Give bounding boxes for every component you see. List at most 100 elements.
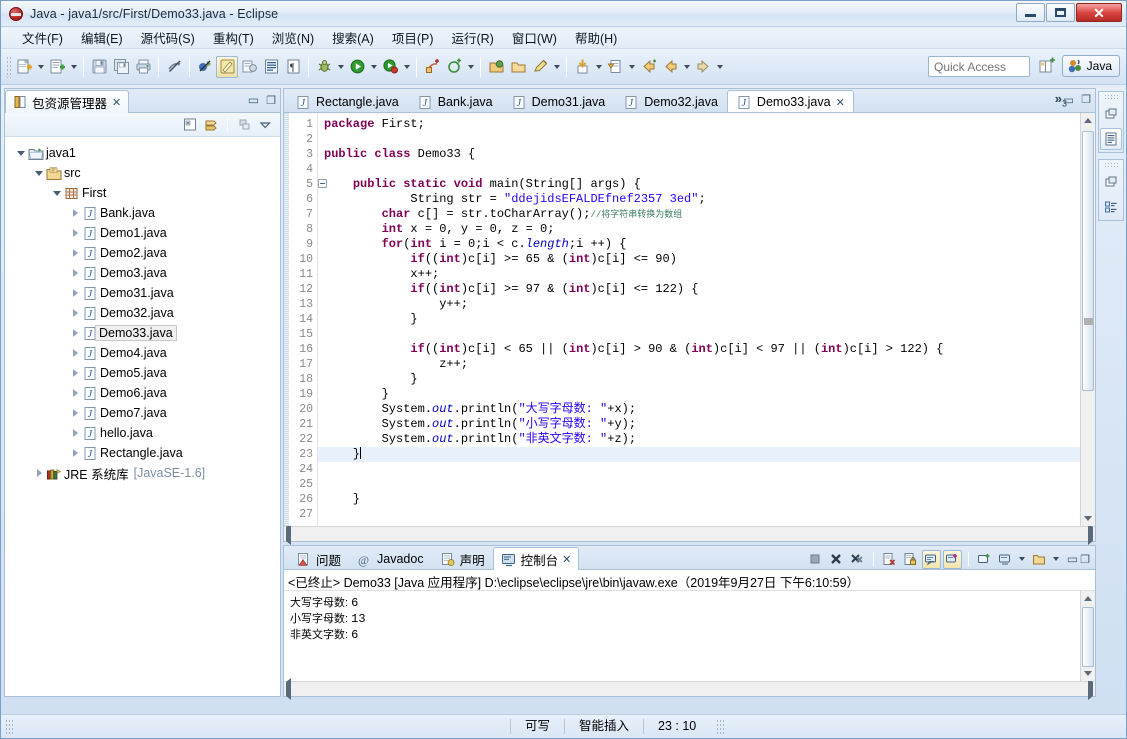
toggle-java-editor-icon[interactable]: [216, 55, 238, 78]
console-output[interactable]: 大写字母数: 6 小写字母数: 13 非英文字数: 6: [284, 591, 1080, 681]
menu-file[interactable]: 文件(F): [13, 26, 72, 49]
console-scroll-right-icon[interactable]: [1088, 682, 1093, 696]
console-tab-close-icon[interactable]: ✕: [562, 553, 571, 566]
minimize-button[interactable]: [1016, 3, 1045, 22]
collapse-arrow-icon[interactable]: [69, 443, 81, 463]
collapse-arrow-icon[interactable]: [69, 423, 81, 443]
editor-tab-close-icon[interactable]: ✕: [836, 96, 845, 109]
show-console-on-output-icon[interactable]: [921, 549, 941, 569]
open-console-icon[interactable]: [1030, 550, 1049, 569]
open-console-dropdown-icon[interactable]: [1051, 548, 1062, 570]
new-wizard-dropdown-icon[interactable]: [68, 56, 79, 78]
console-vertical-scrollbar[interactable]: [1080, 591, 1095, 681]
restore-icon-2[interactable]: [1100, 171, 1122, 193]
editor-maximize-icon[interactable]: ❐: [1081, 93, 1091, 107]
print-icon[interactable]: [132, 56, 154, 78]
toggle-pilcrow-icon[interactable]: ¶: [282, 56, 304, 78]
console-scroll-down-icon[interactable]: [1081, 666, 1095, 681]
last-edit-location-icon[interactable]: [571, 56, 593, 78]
open-element-icon[interactable]: [238, 56, 260, 78]
console-scroll-thumb[interactable]: [1082, 607, 1094, 667]
menu-run[interactable]: 运行(R): [442, 26, 502, 49]
console-tab-console[interactable]: 控制台 ✕: [492, 547, 580, 570]
editor-minimize-icon[interactable]: ▭: [1063, 93, 1074, 107]
restore-icon[interactable]: [1100, 103, 1122, 125]
back-dropdown-icon[interactable]: [681, 56, 692, 78]
package-explorer-maximize-icon[interactable]: ❐: [266, 94, 276, 107]
backward-history-icon[interactable]: [659, 56, 681, 78]
collapse-arrow-icon[interactable]: [69, 203, 81, 223]
console-maximize-icon[interactable]: ❐: [1080, 553, 1090, 566]
debug-dropdown-icon[interactable]: [335, 56, 346, 78]
console-display-dropdown-icon[interactable]: [1017, 548, 1028, 570]
toolbar-grip[interactable]: [6, 55, 12, 78]
scroll-up-icon[interactable]: [1081, 113, 1095, 128]
tree-item-demo2-java[interactable]: J Demo2.java: [5, 243, 280, 263]
tree-item-hello-java[interactable]: Jhello.java: [5, 423, 280, 443]
open-folder-icon[interactable]: [507, 56, 529, 78]
scroll-right-icon[interactable]: [1088, 527, 1093, 541]
menu-source[interactable]: 源代码(S): [132, 26, 204, 49]
collapse-arrow-icon[interactable]: [69, 383, 81, 403]
scroll-lock-icon[interactable]: [901, 550, 920, 569]
tree-item-demo6-java[interactable]: J Demo6.java: [5, 383, 280, 403]
last-edit-dropdown-icon[interactable]: [593, 56, 604, 78]
console-scroll-left-icon[interactable]: [286, 682, 291, 696]
tree-item-demo31-java[interactable]: J Demo31.java: [5, 283, 280, 303]
editor-tab-demo32-java[interactable]: J Demo32.java: [614, 90, 727, 112]
collapse-arrow-icon[interactable]: [69, 403, 81, 423]
menu-window[interactable]: 窗口(W): [503, 26, 566, 49]
declaration-dropdown-icon[interactable]: [626, 56, 637, 78]
debug-icon[interactable]: [313, 56, 335, 78]
edit-dropdown-icon[interactable]: [551, 56, 562, 78]
tree-item-demo7-java[interactable]: J Demo7.java: [5, 403, 280, 423]
open-type-icon[interactable]: [260, 56, 282, 78]
expand-arrow-icon[interactable]: [51, 183, 63, 203]
open-declaration-icon[interactable]: [604, 56, 626, 78]
collapse-arrow-icon[interactable]: [69, 243, 81, 263]
menu-edit[interactable]: 编辑(E): [72, 26, 132, 49]
package-explorer-tree[interactable]: java1 src First J Bank.java J Demo1.java J Demo2…: [5, 137, 280, 696]
open-task-icon[interactable]: [485, 56, 507, 78]
scroll-left-icon[interactable]: [286, 527, 291, 541]
console-tab-javadoc[interactable]: @ Javadoc: [349, 547, 432, 570]
task-list-view-icon[interactable]: [1100, 196, 1122, 218]
save-icon[interactable]: [88, 56, 110, 78]
toggle-mark-occurrences-icon[interactable]: [163, 56, 185, 78]
view-menu-filter-icon[interactable]: [235, 116, 253, 134]
annotation-dropdown-icon[interactable]: [465, 56, 476, 78]
scroll-down-icon[interactable]: [1081, 511, 1095, 526]
new-annotation-icon[interactable]: [421, 56, 443, 78]
pin-console-icon[interactable]: [942, 549, 962, 569]
forward-icon[interactable]: [692, 56, 714, 78]
tree-item-rectangle-java[interactable]: J Rectangle.java: [5, 443, 280, 463]
tree-item-demo1-java[interactable]: J Demo1.java: [5, 223, 280, 243]
tree-item-demo4-java[interactable]: J Demo4.java: [5, 343, 280, 363]
run-external-dropdown-icon[interactable]: [401, 56, 412, 78]
collapse-arrow-icon[interactable]: [69, 223, 81, 243]
terminate-icon[interactable]: [806, 550, 825, 569]
new-wizard-icon[interactable]: [46, 56, 68, 78]
editor-tab-rectangle-java[interactable]: J Rectangle.java: [286, 90, 408, 112]
console-tab-declaration[interactable]: 声明: [432, 547, 493, 570]
collapse-arrow-icon[interactable]: [33, 463, 45, 483]
collapse-all-icon[interactable]: [181, 116, 199, 134]
view-menu-icon[interactable]: [256, 116, 274, 134]
tree-item-demo32-java[interactable]: J Demo32.java: [5, 303, 280, 323]
new-java-project-icon[interactable]: [13, 56, 35, 78]
tree-item-demo33-java[interactable]: J Demo33.java: [5, 323, 280, 343]
console-scroll-up-icon[interactable]: [1081, 591, 1095, 606]
editor-scroll-thumb[interactable]: [1082, 131, 1094, 391]
skip-breakpoints-icon[interactable]: [194, 56, 216, 78]
outline-view-icon[interactable]: [1100, 128, 1122, 150]
menu-project[interactable]: 项目(P): [383, 26, 443, 49]
tree-item-first[interactable]: First: [5, 183, 280, 203]
tab-package-explorer[interactable]: 包资源管理器 ✕: [5, 90, 130, 113]
remove-all-launches-icon[interactable]: [848, 550, 867, 569]
maximize-button[interactable]: [1046, 3, 1075, 22]
tree-item-bank-java[interactable]: J Bank.java: [5, 203, 280, 223]
editor-tab-bank-java[interactable]: J Bank.java: [408, 90, 502, 112]
link-with-editor-icon[interactable]: [202, 116, 220, 134]
code-area[interactable]: 1 2 3 4 5 6 7 8 9 10 11 12 13 14 15 16 17 18 19 20 21 22 23 24 2…: [284, 113, 1095, 526]
editor-horizontal-scrollbar[interactable]: [284, 526, 1095, 541]
